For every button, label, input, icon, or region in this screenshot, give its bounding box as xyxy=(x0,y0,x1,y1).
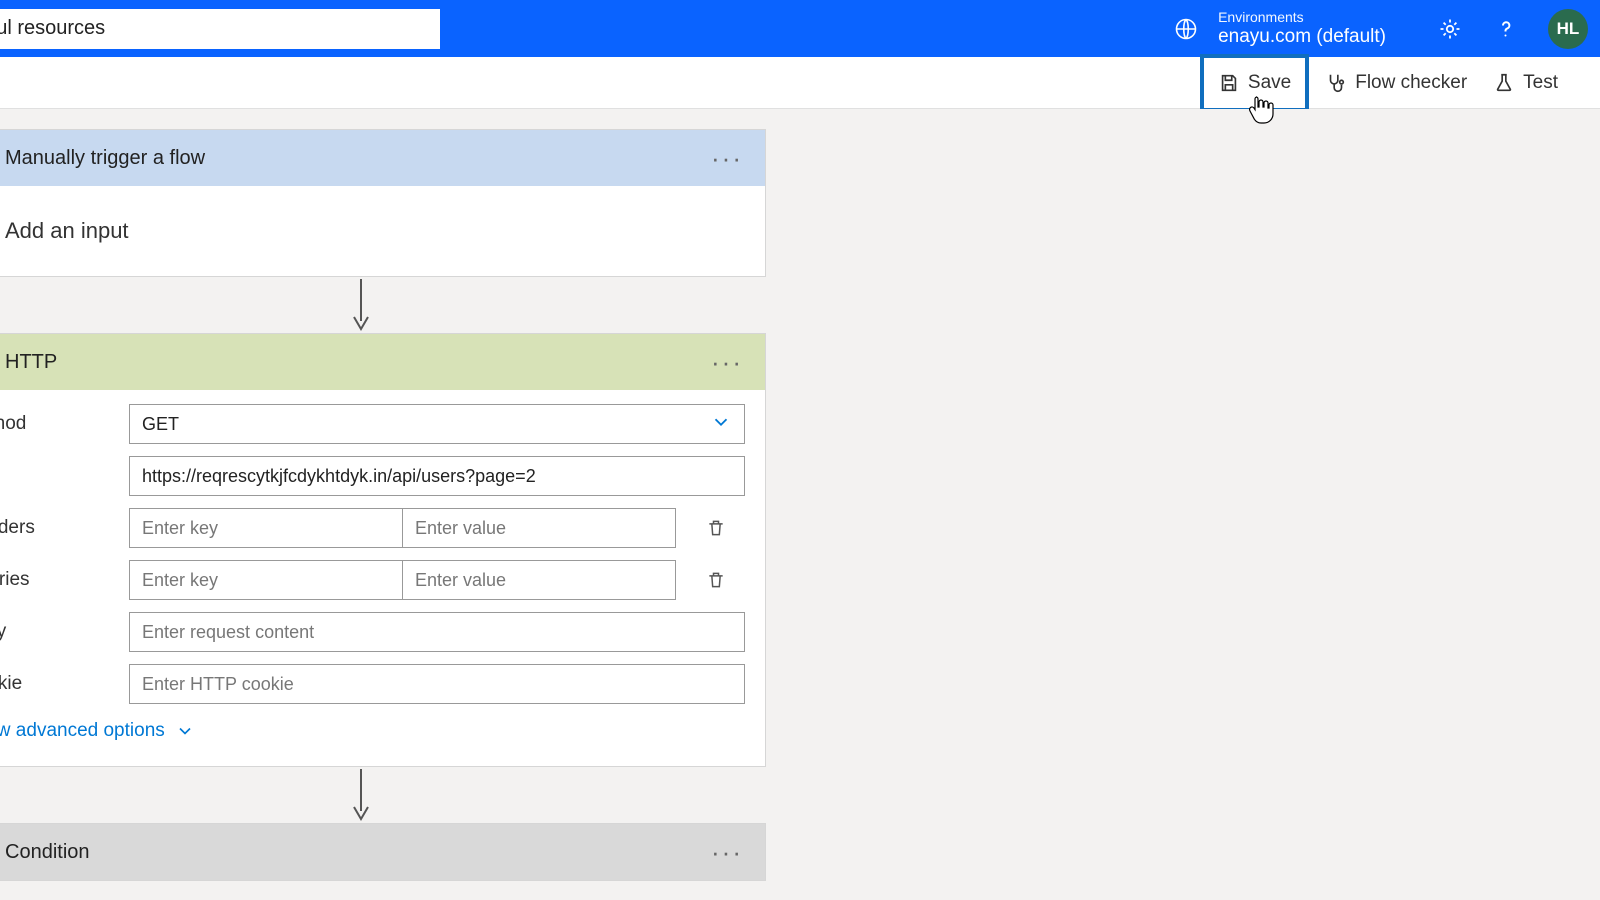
header-delete-button[interactable] xyxy=(696,518,736,538)
method-select[interactable]: GET xyxy=(129,404,745,444)
http-title: HTTP xyxy=(5,351,707,374)
avatar-initials: HL xyxy=(1557,19,1580,39)
http-menu-button[interactable]: ··· xyxy=(707,347,747,378)
trigger-header[interactable]: Manually trigger a flow ··· xyxy=(0,130,765,186)
save-icon xyxy=(1218,72,1240,94)
condition-menu-button[interactable]: ··· xyxy=(707,837,747,868)
flow-checker-label: Flow checker xyxy=(1355,72,1467,94)
flow-checker-button[interactable]: Flow checker xyxy=(1315,64,1477,102)
header-key-input[interactable]: Enter key xyxy=(129,508,402,548)
query-value-input[interactable]: Enter value xyxy=(402,560,676,600)
query-delete-button[interactable] xyxy=(696,570,736,590)
trash-icon xyxy=(706,570,726,590)
user-avatar[interactable]: HL xyxy=(1548,9,1588,49)
add-input-button[interactable]: + Add an input xyxy=(0,214,751,248)
show-advanced-link[interactable]: Show advanced options xyxy=(0,720,749,742)
connector-arrow xyxy=(0,767,766,823)
test-button[interactable]: Test xyxy=(1483,64,1568,102)
body-input[interactable]: Enter request content xyxy=(129,612,745,652)
app-topbar: elpful resources Environments enayu.com … xyxy=(0,0,1600,57)
editor-toolbar: Save Flow checker Test xyxy=(0,57,1600,109)
cookie-input[interactable]: Enter HTTP cookie xyxy=(129,664,745,704)
environment-label: Environments xyxy=(1218,9,1386,26)
gear-icon xyxy=(1438,17,1462,41)
show-advanced-label: Show advanced options xyxy=(0,720,165,742)
search-input[interactable]: elpful resources xyxy=(0,9,440,49)
condition-title: Condition xyxy=(5,841,707,864)
uri-label: URI xyxy=(0,465,129,487)
globe-icon[interactable] xyxy=(1172,15,1200,43)
environment-picker[interactable]: Environments enayu.com (default) xyxy=(1218,9,1386,49)
query-key-input[interactable]: Enter key xyxy=(129,560,402,600)
settings-button[interactable] xyxy=(1430,9,1470,49)
trigger-title: Manually trigger a flow xyxy=(5,147,707,170)
headers-label: Headers xyxy=(0,517,129,539)
method-value: GET xyxy=(142,414,179,435)
help-icon xyxy=(1494,17,1518,41)
save-label: Save xyxy=(1248,72,1291,94)
body-label: Body xyxy=(0,621,129,643)
trigger-menu-button[interactable]: ··· xyxy=(707,143,747,174)
add-input-label: Add an input xyxy=(5,218,129,244)
uri-value: https://reqrescytkjfcdykhtdyk.in/api/use… xyxy=(142,466,536,487)
save-button[interactable]: Save xyxy=(1200,54,1309,112)
method-label: Method xyxy=(0,413,129,435)
trash-icon xyxy=(706,518,726,538)
beaker-icon xyxy=(1493,72,1515,94)
condition-card: Condition ··· xyxy=(0,823,766,881)
http-header[interactable]: HTTP ··· xyxy=(0,334,765,390)
environment-name: enayu.com (default) xyxy=(1218,26,1386,49)
condition-header[interactable]: Condition ··· xyxy=(0,824,765,880)
header-value-input[interactable]: Enter value xyxy=(402,508,676,548)
test-label: Test xyxy=(1523,72,1558,94)
search-input-text: elpful resources xyxy=(0,17,105,40)
flow-canvas[interactable]: Manually trigger a flow ··· + Add an inp… xyxy=(0,109,1584,900)
stethoscope-icon xyxy=(1325,72,1347,94)
queries-label: Queries xyxy=(0,569,129,591)
chevron-down-icon xyxy=(710,411,732,438)
help-button[interactable] xyxy=(1486,9,1526,49)
cookie-label: Cookie xyxy=(0,673,129,695)
connector-arrow xyxy=(0,277,766,333)
chevron-down-icon xyxy=(175,721,195,741)
http-card: HTTP ··· Method GET URI https://reqrescy… xyxy=(0,333,766,767)
trigger-card: Manually trigger a flow ··· + Add an inp… xyxy=(0,129,766,277)
uri-input[interactable]: https://reqrescytkjfcdykhtdyk.in/api/use… xyxy=(129,456,745,496)
